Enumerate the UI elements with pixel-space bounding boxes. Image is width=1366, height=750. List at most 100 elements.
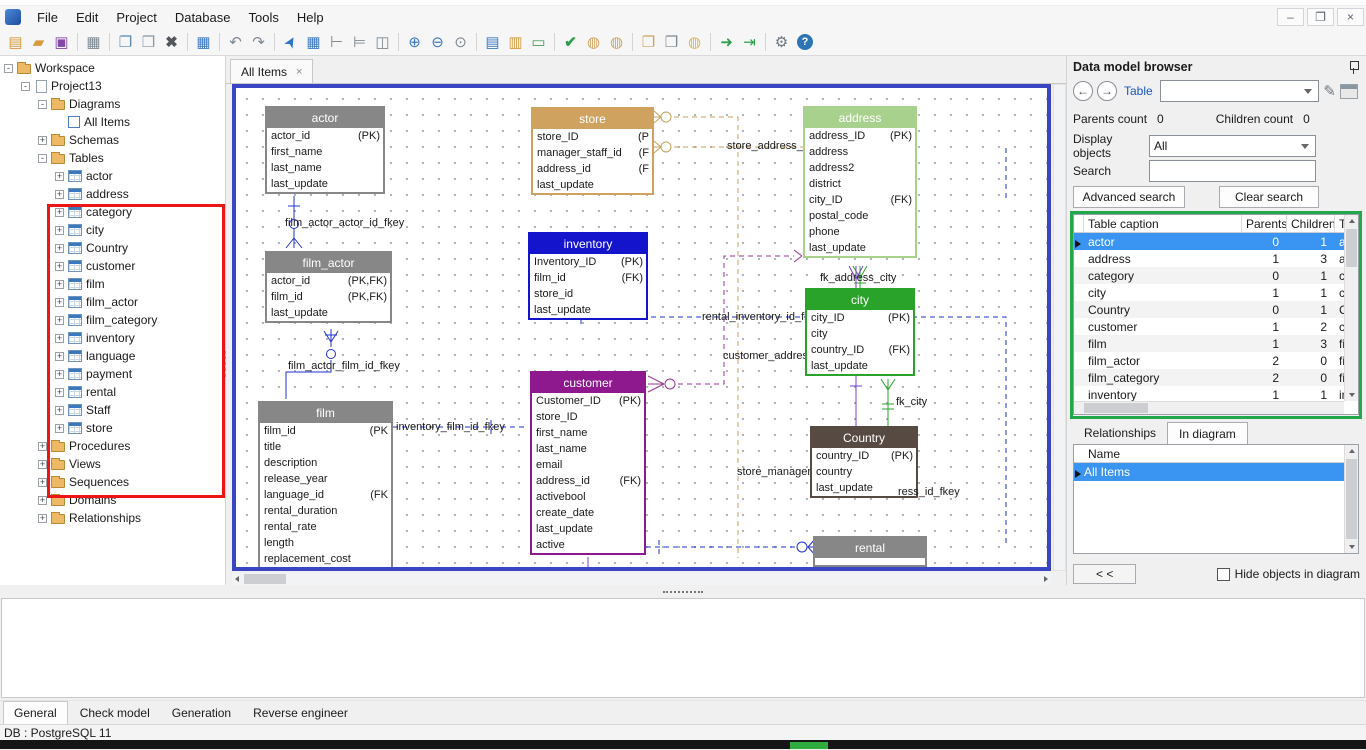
import-db-icon[interactable]: ➜ <box>715 31 738 53</box>
tree-expander[interactable]: + <box>55 388 64 397</box>
entity-field-row[interactable]: address2 <box>805 160 915 176</box>
entity-field-row[interactable]: address_ID (PK) <box>805 128 915 144</box>
tree-item[interactable]: + Country <box>0 239 225 257</box>
entity-field-row[interactable]: postal_code <box>805 208 915 224</box>
tree-item[interactable]: + Views <box>0 455 225 473</box>
entity-field-row[interactable]: city <box>807 326 913 342</box>
tree-item[interactable]: + Domains <box>0 491 225 509</box>
table-row[interactable]: actor 0 1 actor <box>1074 233 1358 250</box>
add-table-icon[interactable]: ▦ <box>192 31 215 53</box>
report-icon[interactable]: ▥ <box>504 31 527 53</box>
tree-expander[interactable]: + <box>55 280 64 289</box>
undo-icon[interactable]: ↶ <box>224 31 247 53</box>
table-row[interactable]: film 1 3 film <box>1074 335 1358 352</box>
entity-field-row[interactable]: last_update <box>533 177 652 193</box>
menu-item[interactable]: Database <box>166 8 240 27</box>
search-input[interactable] <box>1149 160 1316 182</box>
entity-field-row[interactable]: last_update <box>267 176 383 192</box>
entity-field-row[interactable]: film_id (PK,FK) <box>267 289 390 305</box>
entity-field-row[interactable]: phone <box>805 224 915 240</box>
tree-expander[interactable]: + <box>55 424 64 433</box>
table-row[interactable]: address 1 3 address <box>1074 250 1358 267</box>
tree-item[interactable]: + film_actor <box>0 293 225 311</box>
copy-icon[interactable]: ❐ <box>114 31 137 53</box>
tree-item[interactable]: + Relationships <box>0 509 225 527</box>
zoom-in-icon[interactable]: ⊕ <box>403 31 426 53</box>
entity-field-row[interactable]: last_name <box>532 441 644 457</box>
entity-field-row[interactable]: last_update <box>807 358 913 374</box>
copy-script-icon[interactable]: ❐ <box>637 31 660 53</box>
forward-button[interactable]: → <box>1097 81 1117 101</box>
tree-item[interactable]: - Tables <box>0 149 225 167</box>
bottom-tab[interactable]: Reverse engineer <box>243 702 358 724</box>
entity-field-row[interactable]: active <box>532 537 644 553</box>
save-model-icon[interactable]: ▣ <box>50 31 73 53</box>
tree-expander[interactable]: - <box>38 154 47 163</box>
taskbar-item[interactable] <box>790 742 828 749</box>
back-button[interactable]: ← <box>1073 81 1093 101</box>
entity-field-row[interactable]: activebool <box>532 489 644 505</box>
edit-icon[interactable]: ✎ <box>1323 82 1336 100</box>
entity-field-row[interactable]: create_date <box>532 505 644 521</box>
entity-field-row[interactable]: release_year <box>260 471 391 487</box>
entity-field-row[interactable]: actor_id (PK) <box>267 128 383 144</box>
table-row[interactable]: city 1 1 city <box>1074 284 1358 301</box>
diagram-entity[interactable]: city city_ID (PK) city <box>805 288 915 376</box>
entity-field-row[interactable]: address_id (F <box>533 161 652 177</box>
entity-field-row[interactable]: store_id <box>530 286 646 302</box>
many-to-many-tool-icon[interactable]: ⊨ <box>348 31 371 53</box>
tree-item[interactable]: + city <box>0 221 225 239</box>
tree-expander[interactable]: - <box>4 64 13 73</box>
zoom-out-icon[interactable]: ⊖ <box>426 31 449 53</box>
tree-expander[interactable]: + <box>55 262 64 271</box>
tree-item[interactable]: - Project13 <box>0 77 225 95</box>
new-model-icon[interactable]: ▤ <box>4 31 27 53</box>
entity-field-row[interactable]: description <box>260 455 391 471</box>
entity-field-row[interactable]: first_name <box>532 425 644 441</box>
menu-item[interactable]: Tools <box>239 8 287 27</box>
entity-field-row[interactable]: country_ID (PK) <box>812 448 916 464</box>
tab-in-diagram[interactable]: In diagram <box>1167 422 1248 445</box>
advanced-search-button[interactable]: Advanced search <box>1073 186 1185 208</box>
tree-expander[interactable]: + <box>55 334 64 343</box>
table-row[interactable]: film_actor 2 0 film_actor <box>1074 352 1358 369</box>
diagram-entity[interactable]: actor actor_id (PK) first_name <box>265 106 385 194</box>
column-children[interactable]: Children <box>1287 215 1335 232</box>
tree-item[interactable]: + payment <box>0 365 225 383</box>
entity-field-row[interactable]: first_name <box>267 144 383 160</box>
canvas-vertical-scrollbar[interactable] <box>1053 84 1066 571</box>
table-combobox[interactable] <box>1160 80 1320 102</box>
bottom-tab[interactable]: Check model <box>70 702 160 724</box>
redo-icon[interactable]: ↷ <box>247 31 270 53</box>
diagram-entity[interactable]: store store_ID (P manager_staff_id <box>531 107 654 195</box>
menu-item[interactable]: File <box>28 8 67 27</box>
table-row[interactable]: Country 0 1 Country <box>1074 301 1358 318</box>
menu-item[interactable]: Help <box>288 8 333 27</box>
entity-field-row[interactable]: city_ID (FK) <box>805 192 915 208</box>
horizontal-splitter[interactable] <box>0 585 1366 598</box>
tree-expander[interactable]: - <box>21 82 30 91</box>
minimize-button[interactable]: – <box>1277 8 1304 26</box>
tree-expander[interactable]: + <box>55 172 64 181</box>
tree-expander[interactable]: - <box>38 100 47 109</box>
list-item[interactable]: All Items <box>1074 463 1358 481</box>
scroll-thumb[interactable] <box>244 574 286 584</box>
entity-field-row[interactable]: rental_duration <box>260 503 391 519</box>
print-icon[interactable]: ▦ <box>82 31 105 53</box>
column-table-caption[interactable]: Table caption <box>1084 215 1242 232</box>
tree-expander[interactable]: + <box>55 208 64 217</box>
tree-item[interactable]: + category <box>0 203 225 221</box>
db-save-icon[interactable]: ◍ <box>605 31 628 53</box>
one-to-many-tool-icon[interactable]: ⊢ <box>325 31 348 53</box>
tree-item[interactable]: + customer <box>0 257 225 275</box>
grid-vertical-scrollbar[interactable] <box>1344 215 1358 401</box>
tree-expander[interactable]: + <box>55 406 64 415</box>
pin-icon[interactable] <box>1348 61 1358 74</box>
card-view-icon[interactable]: ▭ <box>527 31 550 53</box>
column-parents[interactable]: Parents <box>1242 215 1287 232</box>
tree-expander[interactable]: + <box>55 244 64 253</box>
diagram-entity[interactable]: film_actor actor_id (PK,FK) film_id <box>265 251 392 323</box>
entity-field-row[interactable]: film_id (FK) <box>530 270 646 286</box>
entity-field-row[interactable]: replacement_cost <box>260 551 391 567</box>
collapse-button[interactable]: < < <box>1073 564 1136 584</box>
